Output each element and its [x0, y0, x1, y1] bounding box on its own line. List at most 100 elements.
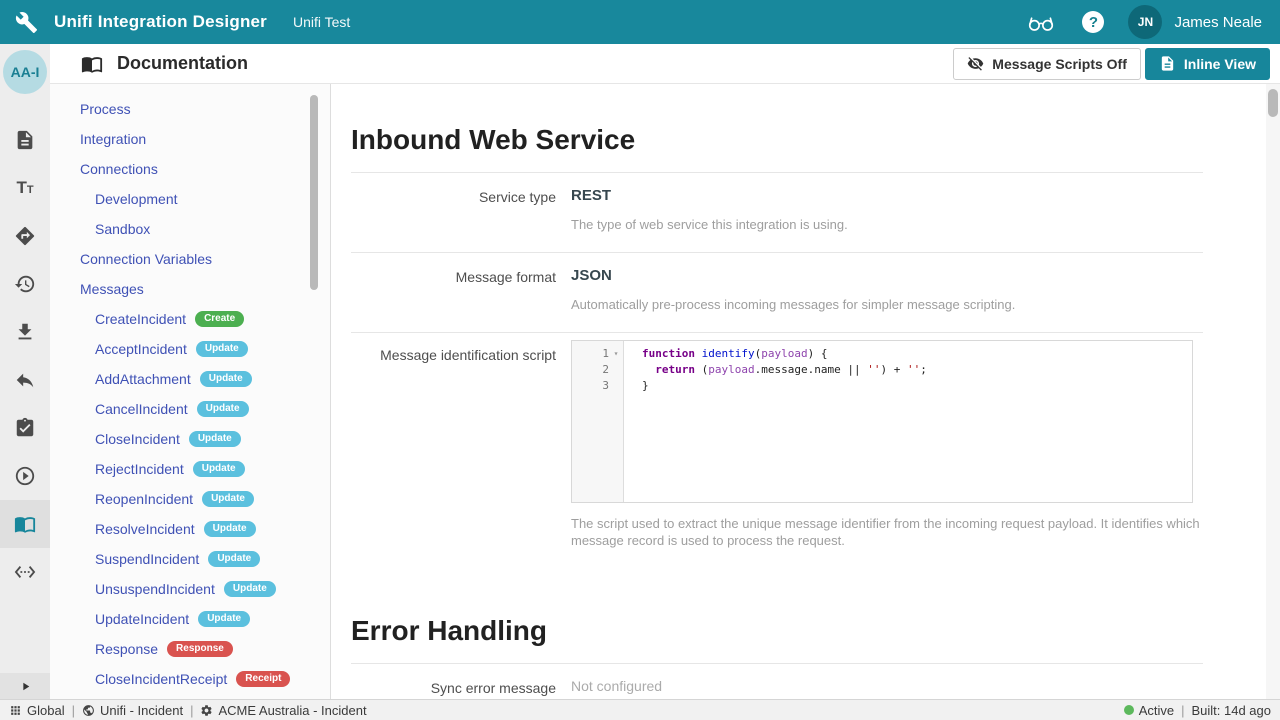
nav-item-addattachment[interactable]: AddAttachmentUpdate [50, 364, 330, 394]
nav-item-label: Integration [80, 131, 146, 147]
main-scrollbar[interactable] [1268, 89, 1278, 117]
rail-item-code[interactable] [0, 548, 50, 596]
code-icon [14, 561, 36, 583]
nav-item-closeincident[interactable]: CloseIncidentUpdate [50, 424, 330, 454]
topbar-actions: ? JN James Neale [1026, 5, 1262, 39]
field-label: Message identification script [351, 340, 556, 549]
gear-icon [200, 704, 213, 717]
nav-item-development[interactable]: Development [50, 184, 330, 214]
globe-icon [82, 704, 95, 717]
document-icon [14, 129, 36, 151]
separator: | [1181, 703, 1184, 718]
nav-item-badge: Update [189, 431, 241, 447]
scope-global[interactable]: Global [9, 703, 65, 718]
rail-item-history[interactable] [0, 260, 50, 308]
nav-item-badge: Update [202, 491, 254, 507]
main-content: Inbound Web Service Service type REST Th… [330, 84, 1280, 699]
status-dot [1124, 705, 1134, 715]
grid-icon [9, 704, 22, 717]
tasks-icon [14, 417, 36, 439]
reply-icon [14, 369, 36, 391]
nav-item-createincident[interactable]: CreateIncidentCreate [50, 304, 330, 334]
code-editor-lines: function identify(payload) { return (pay… [624, 341, 927, 502]
nav-item-messages[interactable]: Messages [50, 274, 330, 304]
rail-expand-button[interactable] [0, 673, 50, 699]
field-help: The type of web service this integration… [571, 216, 1201, 233]
glasses-icon[interactable] [1026, 12, 1056, 33]
scope-label: ACME Australia - Incident [218, 703, 366, 718]
nav-item-cancelincident[interactable]: CancelIncidentUpdate [50, 394, 330, 424]
nav-item-label: CancelIncident [95, 401, 188, 417]
code-line-number: 3 [572, 378, 623, 394]
status-right: Active | Built: 14d ago [1124, 703, 1271, 718]
nav-item-process[interactable]: Process [50, 94, 330, 124]
page-header: Documentation Message Scripts Off Inline… [50, 44, 1280, 84]
nav-item-badge: Update [204, 521, 256, 537]
eye-off-icon [967, 55, 984, 72]
scope-unifi-incident[interactable]: Unifi - Incident [82, 703, 183, 718]
nav-item-closeincidentreceipt[interactable]: CloseIncidentReceiptReceipt [50, 664, 330, 694]
scope-acme-australia-incident[interactable]: ACME Australia - Incident [200, 703, 366, 718]
nav-item-resolveincident[interactable]: ResolveIncidentUpdate [50, 514, 330, 544]
code-fold-icon[interactable]: ▾ [609, 346, 623, 362]
field-value: REST [571, 187, 1203, 204]
user-avatar[interactable]: JN [1128, 5, 1162, 39]
document-icon [1159, 55, 1176, 72]
caret-right-icon [19, 680, 32, 693]
field-help: The script used to extract the unique me… [571, 515, 1201, 549]
environment-name[interactable]: Unifi Test [293, 14, 350, 30]
nav-item-label: UpdateIncident [95, 611, 189, 627]
nav-item-badge: Response [167, 641, 233, 657]
nav-item-response[interactable]: Response Response [50, 634, 330, 664]
message-scripts-off-button[interactable]: Message Scripts Off [953, 48, 1141, 80]
nav-item-sandbox[interactable]: Sandbox [50, 214, 330, 244]
rail-item-play[interactable] [0, 452, 50, 500]
nav-item-label: SuspendIncident [95, 551, 199, 567]
nav-item-label: Process [80, 101, 131, 117]
nav-item-suspendincident[interactable]: SuspendIncident Update [50, 544, 330, 574]
nav-item-label: Development [95, 191, 178, 207]
rail-item-documentation[interactable] [0, 500, 50, 548]
inline-view-button[interactable]: Inline View [1145, 48, 1270, 80]
app-title: Unifi Integration Designer [54, 12, 267, 32]
code-line-number: 1▾ [572, 346, 623, 362]
top-app-bar: Unifi Integration Designer Unifi Test ? … [0, 0, 1280, 44]
user-name[interactable]: James Neale [1174, 14, 1262, 31]
field-service-type: Service type REST The type of web servic… [351, 173, 1203, 252]
field-label: Message format [351, 267, 556, 313]
rail-item-document[interactable] [0, 116, 50, 164]
section-title-inbound-web-service: Inbound Web Service [351, 124, 1203, 156]
nav-item-updateincident[interactable]: UpdateIncidentUpdate [50, 604, 330, 634]
nav-item-connection-variables[interactable]: Connection Variables [50, 244, 330, 274]
nav-item-badge: Update [208, 551, 260, 567]
code-editor[interactable]: 1▾23 function identify(payload) { return… [571, 340, 1193, 503]
code-line-number: 2 [572, 362, 623, 378]
rail-item-reply[interactable] [0, 356, 50, 404]
field-value: JSON [571, 267, 1203, 284]
nav-item-integration[interactable]: Integration [50, 124, 330, 154]
nav-item-connections[interactable]: Connections [50, 154, 330, 184]
help-icon[interactable]: ? [1082, 11, 1104, 33]
rail-item-tasks[interactable] [0, 404, 50, 452]
rail-item-download[interactable] [0, 308, 50, 356]
nav-item-rejectincident[interactable]: RejectIncidentUpdate [50, 454, 330, 484]
workspace-avatar[interactable]: AA-I [3, 50, 47, 94]
nav-item-label: Messages [80, 281, 144, 297]
nav-item-badge: Update [200, 371, 252, 387]
nav-item-reopenincident[interactable]: ReopenIncident Update [50, 484, 330, 514]
main-scroll-track [1266, 84, 1280, 699]
nav-item-label: Connection Variables [80, 251, 212, 267]
status-bar: Global|Unifi - Incident|ACME Australia -… [0, 699, 1280, 720]
nav-item-label: Sandbox [95, 221, 150, 237]
scope-breadcrumb: Global|Unifi - Incident|ACME Australia -… [9, 703, 367, 718]
nav-item-acceptincident[interactable]: AcceptIncidentUpdate [50, 334, 330, 364]
nav-item-label: Response [95, 641, 158, 657]
rail-item-directions[interactable] [0, 212, 50, 260]
wrench-icon [15, 11, 38, 34]
nav-item-unsuspendincident[interactable]: UnsuspendIncidentUpdate [50, 574, 330, 604]
nav-item-label: RejectIncident [95, 461, 184, 477]
nav-item-label: CloseIncidentReceipt [95, 671, 227, 687]
nav-item-label: ReopenIncident [95, 491, 193, 507]
nav-scrollbar[interactable] [310, 95, 318, 290]
rail-item-text-format[interactable]: TT [0, 164, 50, 212]
